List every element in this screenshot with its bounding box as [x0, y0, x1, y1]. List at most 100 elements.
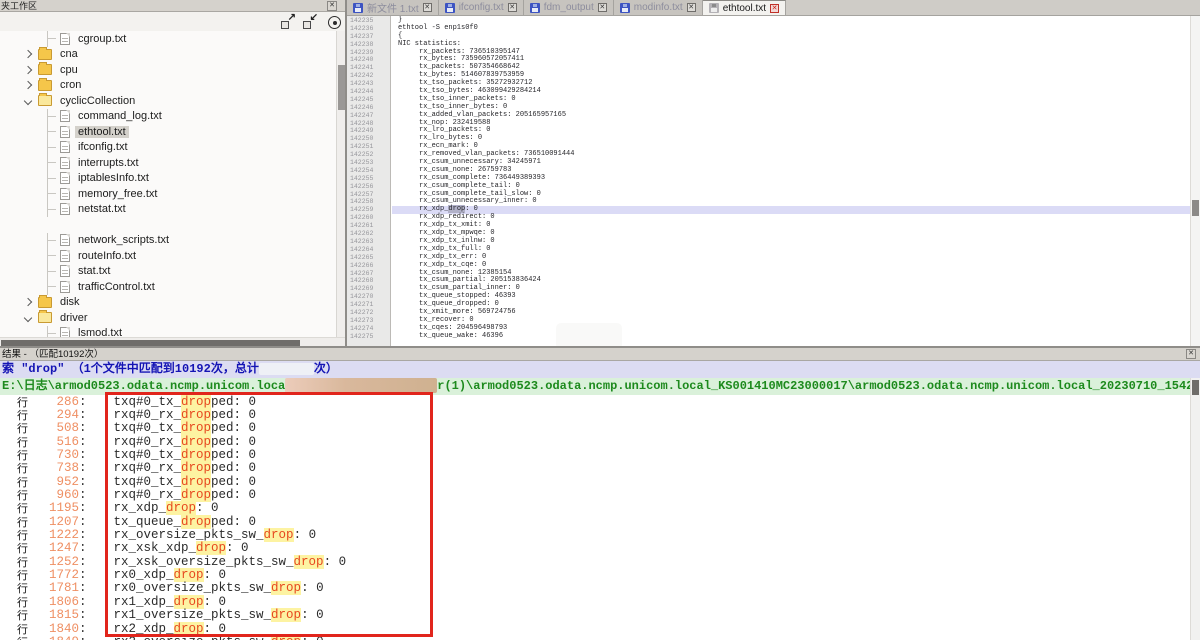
- search-result-row[interactable]: 行 730 : txq#0_tx_dropped: 0: [0, 448, 1190, 461]
- editor-tab[interactable]: modinfo.txt: [614, 0, 703, 15]
- search-result-row[interactable]: 行 1849 : rx2_oversize_pkts_sw_drop: 0: [0, 635, 1190, 640]
- tree-file-item[interactable]: lsmod.txt: [0, 326, 336, 338]
- search-result-row[interactable]: 行 508 : txq#0_tx_dropped: 0: [0, 422, 1190, 435]
- row-colon: :: [79, 568, 87, 582]
- search-result-row[interactable]: 行 1222 : rx_oversize_pkts_sw_drop: 0: [0, 528, 1190, 541]
- search-result-row[interactable]: 行 1840 : rx2_xdp_drop: 0: [0, 622, 1190, 635]
- search-result-row[interactable]: 行 294 : rxq#0_rx_dropped: 0: [0, 408, 1190, 421]
- chevron-icon[interactable]: [24, 66, 32, 74]
- search-summary-row[interactable]: 索 "drop" （1个文件中匹配到10192次，总计次）: [0, 361, 1200, 378]
- row-match-text: rx2_xdp_drop: 0: [114, 622, 227, 636]
- tree-file-item[interactable]: ifconfig.txt: [0, 140, 336, 156]
- tree-folder-item[interactable]: disk: [0, 295, 336, 311]
- tree-file-item[interactable]: network_scripts.txt: [0, 233, 336, 249]
- search-result-row[interactable]: 行 960 : rxq#0_rx_dropped: 0: [0, 488, 1190, 501]
- editor-vertical-scrollbar[interactable]: [1190, 16, 1200, 346]
- line-code: tx_added_vlan_packets: 205165957165: [392, 112, 1190, 120]
- editor-area[interactable]: 142235 } 142236 ethtool -S enp1s0f0 1422…: [347, 16, 1190, 346]
- tree-file-item[interactable]: stat.txt: [0, 264, 336, 280]
- search-result-row[interactable]: 行 1772 : rx0_xdp_drop: 0: [0, 568, 1190, 581]
- file-icon: [60, 126, 70, 138]
- search-result-row[interactable]: 行 738 : rxq#0_rx_dropped: 0: [0, 462, 1190, 475]
- line-number: 142244: [347, 88, 392, 96]
- editor-tab[interactable]: 新文件 1.txt: [347, 0, 439, 15]
- close-icon[interactable]: [327, 1, 337, 11]
- tab-close-icon[interactable]: [687, 3, 696, 12]
- tree-file-item[interactable]: memory_free.txt: [0, 186, 336, 202]
- tree-connector: [47, 31, 56, 47]
- search-result-row[interactable]: 行 1815 : rx1_oversize_pkts_sw_drop: 0: [0, 609, 1190, 622]
- row-line-number: 1806: [31, 595, 79, 609]
- search-result-row[interactable]: 行 1806 : rx1_xdp_drop: 0: [0, 595, 1190, 608]
- chevron-icon[interactable]: [24, 50, 32, 58]
- line-code: tx_nop: 232419588: [392, 120, 1190, 128]
- search-result-row[interactable]: 行 1195 : rx_xdp_drop: 0: [0, 502, 1190, 515]
- match-highlight: drop: [181, 395, 211, 409]
- tree-folder-item[interactable]: cpu: [0, 62, 336, 78]
- scrollbar-thumb[interactable]: [1192, 200, 1199, 216]
- chevron-icon[interactable]: [24, 97, 32, 105]
- row-match-text: txq#0_tx_dropped: 0: [114, 395, 257, 409]
- tree-item-label: driver: [57, 312, 91, 324]
- tab-label: modinfo.txt: [634, 2, 683, 13]
- file-icon: [60, 110, 70, 122]
- scrollbar-thumb[interactable]: [1192, 380, 1199, 395]
- path-prefix: E:\日志\armod0523.odata.ncmp.unicom.loca: [2, 379, 285, 393]
- collapse-windows-icon[interactable]: ↙: [303, 15, 317, 29]
- row-line-number: 1815: [31, 608, 79, 622]
- line-number: 142237: [347, 33, 392, 41]
- editor-lines: 142235 } 142236 ethtool -S enp1s0f0 1422…: [347, 17, 1190, 341]
- folder-icon: [38, 49, 52, 60]
- search-file-path-row[interactable]: E:\日志\armod0523.odata.ncmp.unicom.locar(…: [0, 378, 1200, 395]
- close-icon[interactable]: [1186, 349, 1196, 359]
- tree-file-item[interactable]: cgroup.txt: [0, 31, 336, 47]
- tree-file-item[interactable]: ethtool.txt: [0, 124, 336, 140]
- search-result-row[interactable]: 行 952 : txq#0_tx_dropped: 0: [0, 475, 1190, 488]
- chevron-icon[interactable]: [24, 314, 32, 322]
- tab-close-icon[interactable]: [508, 3, 517, 12]
- search-result-row[interactable]: 行 1207 : tx_queue_dropped: 0: [0, 515, 1190, 528]
- tab-close-icon[interactable]: [423, 3, 432, 12]
- tree-file-item[interactable]: command_log.txt: [0, 109, 336, 125]
- line-code: tx_queue_stopped: 46393: [392, 293, 1190, 301]
- search-result-row[interactable]: 行 516 : rxq#0_rx_dropped: 0: [0, 435, 1190, 448]
- tree-folder-item[interactable]: driver: [0, 310, 336, 326]
- scrollbar-thumb[interactable]: [338, 65, 345, 110]
- tree-item-label: cna: [57, 48, 81, 60]
- tab-close-icon[interactable]: [770, 4, 779, 13]
- tree-file-item[interactable]: trafficControl.txt: [0, 279, 336, 295]
- row-line-number: 738: [31, 461, 79, 475]
- tree-file-item[interactable]: netstat.txt: [0, 202, 336, 218]
- tree-file-item[interactable]: interrupts.txt: [0, 155, 336, 171]
- row-colon: :: [79, 555, 87, 569]
- expand-windows-icon[interactable]: ↗: [281, 15, 295, 29]
- editor-tab[interactable]: fdm_output: [524, 0, 614, 15]
- line-code: tx_xmit_more: 569724756: [392, 309, 1190, 317]
- tree-folder-item[interactable]: cyclicCollection: [0, 93, 336, 109]
- match-highlight: drop: [174, 595, 204, 609]
- tab-close-icon[interactable]: [598, 3, 607, 12]
- line-number: 142251: [347, 143, 392, 151]
- chevron-icon[interactable]: [24, 298, 32, 306]
- search-result-row[interactable]: 行 1252 : rx_xsk_oversize_pkts_sw_drop: 0: [0, 555, 1190, 568]
- locate-file-icon[interactable]: [328, 16, 341, 29]
- search-result-row[interactable]: 行 1247 : rx_xsk_xdp_drop: 0: [0, 542, 1190, 555]
- editor-tab[interactable]: ifconfig.txt: [439, 0, 524, 15]
- tab-bar: 新文件 1.txt ifconfig.txt fdm_output modinf…: [347, 0, 1200, 16]
- tree-file-item[interactable]: iptablesInfo.txt: [0, 171, 336, 187]
- tree-folder-item[interactable]: cna: [0, 47, 336, 63]
- tree-connector: [47, 233, 56, 249]
- search-result-row[interactable]: 行 286 : txq#0_tx_dropped: 0: [0, 395, 1190, 408]
- match-highlight: drop: [181, 475, 211, 489]
- line-number: 142268: [347, 277, 392, 285]
- line-number: 142270: [347, 293, 392, 301]
- chevron-icon[interactable]: [24, 81, 32, 89]
- tree-file-item[interactable]: routeInfo.txt: [0, 248, 336, 264]
- workspace-panel: 夹工作区 ↗ ↙ cgroup.txt cna cpu cron: [0, 0, 346, 348]
- tree-folder-item[interactable]: cron: [0, 78, 336, 94]
- editor-tab[interactable]: ethtool.txt: [703, 0, 786, 15]
- results-vertical-scrollbar[interactable]: [1190, 378, 1200, 640]
- line-number: 142242: [347, 72, 392, 80]
- tree-connector: [47, 124, 56, 140]
- search-result-row[interactable]: 行 1781 : rx0_oversize_pkts_sw_drop: 0: [0, 582, 1190, 595]
